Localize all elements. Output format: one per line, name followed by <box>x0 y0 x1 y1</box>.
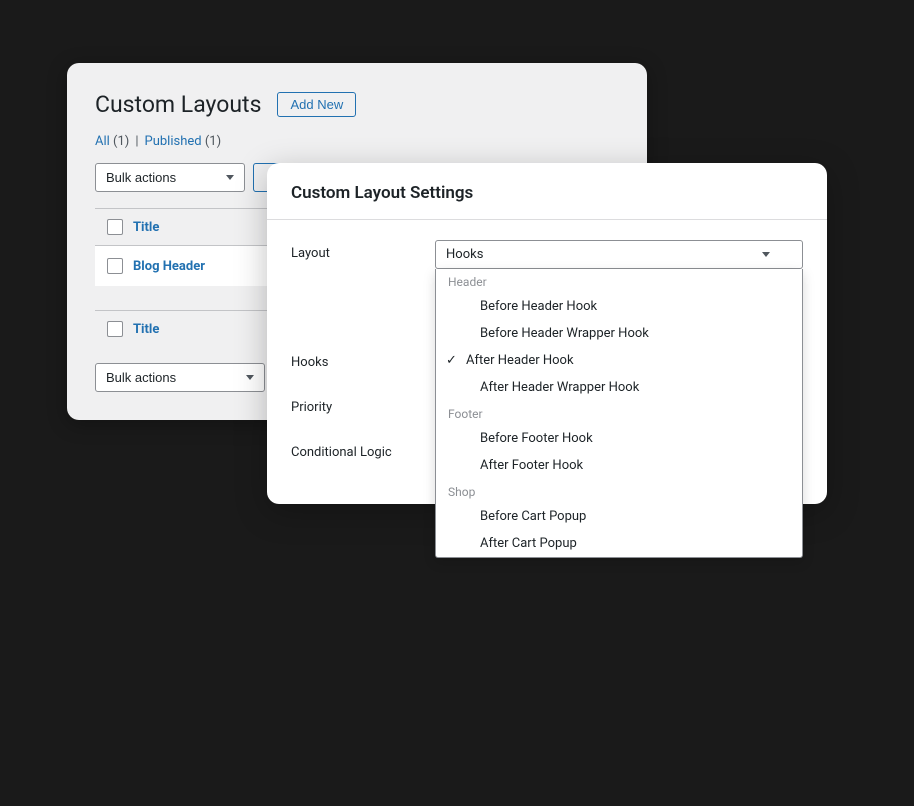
filter-separator: | <box>135 134 138 149</box>
settings-card-header: Custom Layout Settings <box>267 163 827 220</box>
title-column-header: Title <box>133 220 159 235</box>
check-icon <box>460 431 474 446</box>
layout-label: Layout <box>291 240 411 261</box>
before-header-hook-item[interactable]: Before Header Hook <box>436 293 802 320</box>
after-footer-hook-item[interactable]: After Footer Hook <box>436 452 802 479</box>
check-icon <box>460 536 474 551</box>
bottom-bulk-actions-chevron-icon <box>246 375 254 380</box>
bulk-actions-select[interactable]: Bulk actions <box>95 163 245 192</box>
add-new-button[interactable]: Add New <box>277 92 356 117</box>
before-header-wrapper-hook-item[interactable]: Before Header Wrapper Hook <box>436 320 802 347</box>
shop-group-label: Shop <box>436 479 802 503</box>
filter-links-row: All (1) | Published (1) <box>95 134 619 149</box>
check-icon <box>460 299 474 314</box>
before-cart-popup-item[interactable]: Before Cart Popup <box>436 503 802 530</box>
hooks-dropdown: Header Before Header Hook Before Header … <box>435 269 803 558</box>
before-footer-hook-item[interactable]: Before Footer Hook <box>436 425 802 452</box>
footer-select-all-checkbox[interactable] <box>107 321 123 337</box>
settings-card-title: Custom Layout Settings <box>291 183 803 203</box>
after-header-wrapper-hook-item[interactable]: After Header Wrapper Hook <box>436 374 802 401</box>
header-group-label: Header <box>436 269 802 293</box>
row-title-link[interactable]: Blog Header <box>133 259 205 274</box>
check-icon <box>460 458 474 473</box>
bottom-bulk-actions-select[interactable]: Bulk actions <box>95 363 265 392</box>
hooks-label: Hooks <box>291 349 411 370</box>
conditional-logic-label: Conditional Logic <box>291 439 411 460</box>
after-cart-popup-item[interactable]: After Cart Popup <box>436 530 802 557</box>
bulk-actions-chevron-icon <box>226 175 234 180</box>
layout-select[interactable]: Hooks <box>435 240 803 269</box>
settings-card: Custom Layout Settings Layout Hooks Head… <box>267 163 827 504</box>
select-all-checkbox[interactable] <box>107 219 123 235</box>
filter-all-link[interactable]: All (1) <box>95 134 129 149</box>
row-checkbox[interactable] <box>107 258 123 274</box>
layout-select-wrapper: Hooks Header Before Header Hook Before H <box>435 240 803 269</box>
layout-row: Layout Hooks Header Before Header Hook <box>291 240 803 269</box>
check-icon <box>460 509 474 524</box>
after-header-hook-item[interactable]: ✓ After Header Hook <box>436 347 802 374</box>
page-title: Custom Layouts <box>95 91 261 118</box>
check-mark-icon: ✓ <box>446 353 460 368</box>
check-icon <box>460 326 474 341</box>
filter-published-link[interactable]: Published (1) <box>145 134 222 149</box>
priority-label: Priority <box>291 394 411 415</box>
footer-group-label: Footer <box>436 401 802 425</box>
check-icon <box>460 380 474 395</box>
footer-title-column-header: Title <box>133 322 159 337</box>
settings-body: Layout Hooks Header Before Header Hook <box>267 220 827 504</box>
layout-chevron-icon <box>762 252 770 257</box>
